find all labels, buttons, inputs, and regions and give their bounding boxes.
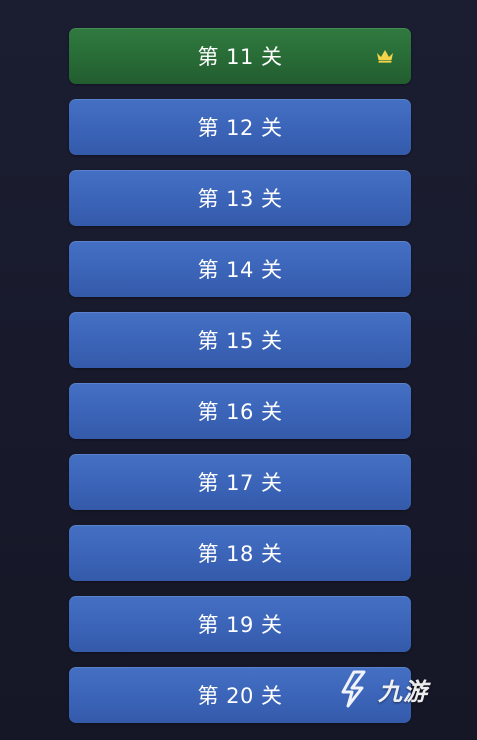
level-list: 第 11 关 第 12 关 第 13 关 第 14 关 第 15 关 第 16 … [69, 28, 411, 738]
crown-icon [377, 50, 393, 63]
level-label: 第 14 关 [197, 258, 283, 282]
level-button-15[interactable]: 第 15 关 [69, 312, 411, 368]
level-label: 第 17 关 [197, 471, 283, 495]
jiuyou-logo-icon [341, 670, 366, 708]
level-label: 第 18 关 [197, 542, 283, 566]
level-button-18[interactable]: 第 18 关 [69, 525, 411, 581]
level-label: 第 20 关 [197, 684, 283, 708]
level-label: 第 11 关 [197, 45, 283, 69]
level-button-17[interactable]: 第 17 关 [69, 454, 411, 510]
level-button-13[interactable]: 第 13 关 [69, 170, 411, 226]
watermark-text: 九游 [378, 677, 428, 706]
level-label: 第 15 关 [197, 329, 283, 353]
level-button-16[interactable]: 第 16 关 [69, 383, 411, 439]
level-label: 第 16 关 [197, 400, 283, 424]
level-label: 第 19 关 [197, 613, 283, 637]
level-button-12[interactable]: 第 12 关 [69, 99, 411, 155]
level-button-14[interactable]: 第 14 关 [69, 241, 411, 297]
level-label: 第 12 关 [197, 116, 283, 140]
watermark: 九游 [340, 670, 428, 708]
level-label: 第 13 关 [197, 187, 283, 211]
level-button-11[interactable]: 第 11 关 [69, 28, 411, 84]
level-button-19[interactable]: 第 19 关 [69, 596, 411, 652]
